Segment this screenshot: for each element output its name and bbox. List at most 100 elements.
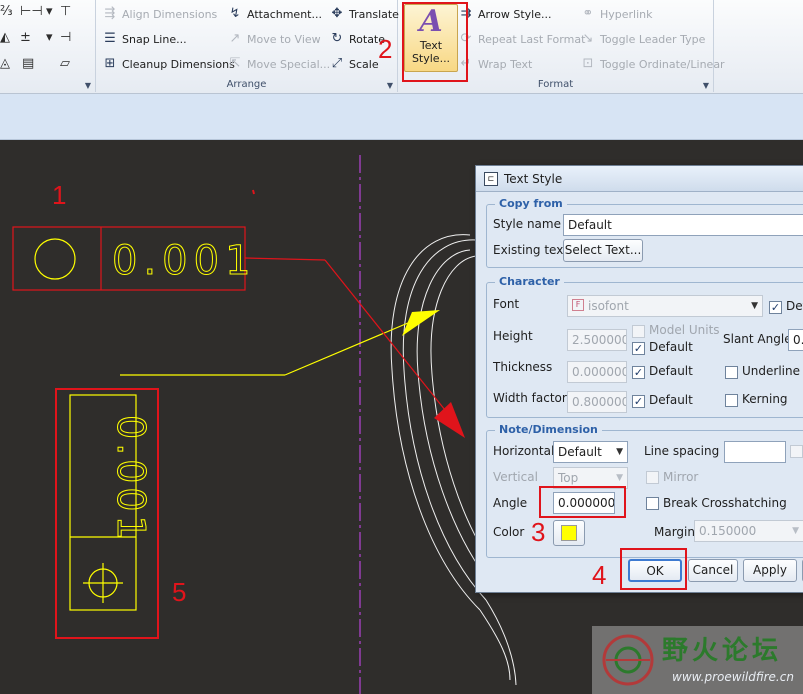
margin-dropdown-arrow-icon: ▼: [792, 526, 799, 536]
graphics-toolbar-strip: [0, 94, 803, 140]
move-special-button[interactable]: ⇱ Move Special...: [227, 55, 331, 73]
height-default-label: Default: [649, 340, 693, 354]
move-to-view-icon: ↗: [229, 31, 241, 46]
dialog-title: Text Style: [504, 171, 563, 186]
model-units-checkbox[interactable]: [632, 325, 645, 338]
mirror-checkbox[interactable]: [646, 471, 659, 484]
font-type-icon: F: [572, 299, 584, 311]
translate-button[interactable]: ✥ Translate: [329, 5, 399, 23]
existing-text-label: Existing text: [493, 243, 569, 257]
slant-angle-field[interactable]: 0.: [788, 329, 803, 351]
font-select[interactable]: isofont ▼: [567, 295, 763, 317]
dialog-window-icon: ⊏: [484, 171, 498, 186]
horizontal-select[interactable]: Default ▼: [553, 441, 628, 463]
note-dimension-legend: Note/Dimension: [495, 423, 602, 436]
cleanup-dimensions-button[interactable]: ⊞ Cleanup Dimensions: [102, 55, 235, 73]
line-spacing-default-checkbox[interactable]: [790, 445, 803, 458]
width-factor-field[interactable]: 0.800000: [567, 391, 627, 413]
model-units-label: Model Units: [649, 323, 720, 337]
line-spacing-label: Line spacing: [644, 444, 720, 458]
format-expand-icon[interactable]: ▼: [703, 81, 709, 90]
annotation-number-1: 1: [52, 180, 67, 210]
baseline-icon[interactable]: ⊤: [60, 4, 71, 19]
datum-target-icon[interactable]: ▱: [60, 56, 70, 71]
arrow-style-button[interactable]: ⇉ Arrow Style...: [458, 5, 552, 23]
surface-finish-icon[interactable]: ▤: [22, 56, 34, 71]
snap-line-button[interactable]: ☰ Snap Line...: [102, 30, 186, 48]
translate-icon: ✥: [331, 6, 343, 21]
watermark-title: 野火论坛: [662, 636, 783, 666]
width-factor-default-label: Default: [649, 393, 693, 407]
attachment-button[interactable]: ↯ Attachment...: [227, 5, 322, 23]
annotation-number-4: 4: [592, 560, 607, 590]
font-default-label: Def: [786, 299, 803, 313]
apply-button[interactable]: Apply: [743, 559, 797, 582]
rotate-button[interactable]: ↻ Rotate: [329, 30, 385, 48]
cancel-button[interactable]: Cancel: [688, 559, 738, 582]
angular-dimension-icon[interactable]: ◭: [0, 30, 10, 45]
kerning-checkbox[interactable]: [725, 394, 738, 407]
wrap-text-button[interactable]: ↵ Wrap Text: [458, 55, 533, 73]
font-default-checkbox[interactable]: ✓: [769, 301, 782, 314]
thickness-default-checkbox[interactable]: ✓: [632, 366, 645, 379]
line-spacing-field[interactable]: [724, 441, 786, 463]
break-crosshatching-label: Break Crosshatching: [663, 496, 787, 510]
annotation-number-2: 2: [378, 34, 393, 64]
mirror-label: Mirror: [663, 470, 699, 484]
hyperlink-icon: ⚭: [582, 6, 594, 21]
thickness-field[interactable]: 0.000000: [567, 361, 627, 383]
font-label: Font: [493, 297, 520, 311]
align-dimensions-icon: ⇶: [104, 6, 116, 21]
annotation-box-ok: [620, 548, 687, 590]
annotation-box-text-style: [402, 2, 468, 82]
copy-from-legend: Copy from: [495, 197, 567, 210]
text-style-dialog: ⊏ Text Style Copy from Style name Defaul…: [475, 165, 803, 593]
attachment-icon: ↯: [229, 6, 241, 21]
tolerance-icon[interactable]: ±: [20, 30, 31, 45]
select-text-button[interactable]: Select Text...: [563, 239, 643, 262]
underline-label: Underline: [742, 364, 800, 378]
dropdown-arrow-icon[interactable]: ▾: [46, 4, 53, 19]
dimension-icon[interactable]: ⅔: [0, 4, 13, 19]
underline-checkbox[interactable]: [725, 366, 738, 379]
dialog-title-bar[interactable]: ⊏ Text Style: [476, 166, 803, 192]
datum-icon[interactable]: ◬: [0, 56, 10, 71]
dropdown-arrow-icon-2[interactable]: ▾: [46, 30, 53, 45]
scale-icon: ⤢: [331, 56, 343, 71]
move-to-view-button[interactable]: ↗ Move to View: [227, 30, 321, 48]
height-default-checkbox[interactable]: ✓: [632, 342, 645, 355]
red-arrowhead: [434, 402, 465, 438]
color-button[interactable]: [553, 520, 585, 546]
snap-line-icon: ☰: [104, 31, 116, 46]
style-name-label: Style name: [493, 217, 561, 231]
hyperlink-button[interactable]: ⚭ Hyperlink: [580, 5, 653, 23]
ordinate-dimension-icon[interactable]: ⊢⊣: [20, 4, 43, 19]
red-leader[interactable]: [244, 257, 465, 438]
margin-field[interactable]: 0.150000 ▼: [694, 520, 803, 542]
angle-label: Angle: [493, 496, 528, 510]
break-crosshatching-checkbox[interactable]: [646, 497, 659, 510]
red-dot: [252, 189, 255, 195]
toggle-ordinate-linear-icon: ⊡: [582, 56, 594, 71]
character-legend: Character: [495, 275, 564, 288]
width-factor-default-checkbox[interactable]: ✓: [632, 395, 645, 408]
toggle-ordinate-linear-button[interactable]: ⊡ Toggle Ordinate/Linear: [580, 55, 725, 73]
group-expand-icon[interactable]: ▼: [85, 81, 91, 90]
scale-button[interactable]: ⤢ Scale: [329, 55, 379, 73]
horizontal-label: Horizontal: [493, 444, 555, 458]
toggle-leader-type-button[interactable]: ↘ Toggle Leader Type: [580, 30, 706, 48]
feature-control-frame-horizontal[interactable]: 0.001: [12, 226, 257, 291]
align-dimensions-button[interactable]: ⇶ Align Dimensions: [102, 5, 218, 23]
arrange-expand-icon[interactable]: ▼: [387, 81, 393, 90]
slant-angle-label: Slant Angle: [723, 332, 792, 346]
vertical-label: Vertical: [493, 470, 538, 484]
font-dropdown-arrow-icon: ▼: [751, 301, 758, 311]
ribbon-group-arrange: ⇶ Align Dimensions ☰ Snap Line... ⊞ Clea…: [96, 0, 399, 92]
circularity-symbol-icon: [34, 238, 76, 280]
height-field[interactable]: 2.500000: [567, 329, 627, 351]
cleanup-dimensions-icon: ⊞: [104, 56, 116, 71]
repeat-last-format-button[interactable]: ⟳ Repeat Last Format: [458, 30, 586, 48]
reference-dimension-icon[interactable]: ⊣: [60, 30, 71, 45]
style-name-field[interactable]: Default: [563, 214, 803, 236]
watermark-url: www.proewildfire.cn: [672, 670, 794, 684]
